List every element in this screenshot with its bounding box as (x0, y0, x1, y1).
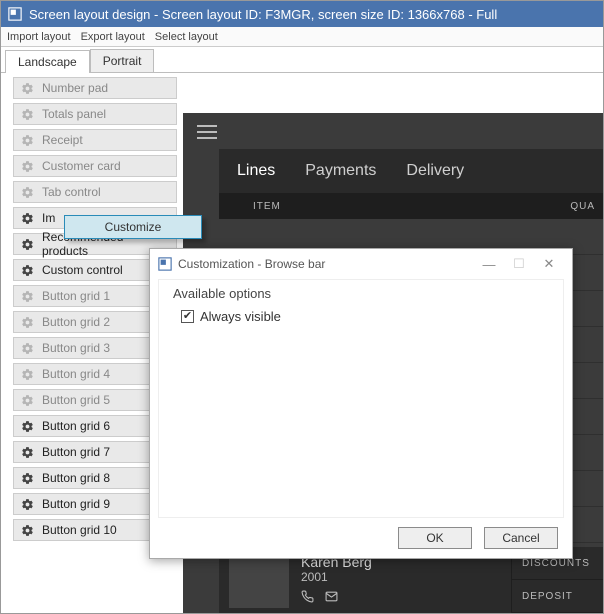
gear-icon (20, 108, 34, 121)
customize-button[interactable]: Customize (64, 215, 202, 239)
totals-deposit: DEPOSIT (512, 580, 603, 613)
phone-icon[interactable] (301, 590, 314, 606)
palette-item[interactable]: Customer card (13, 155, 177, 177)
dialog-title: Customization - Browse bar (178, 257, 325, 271)
palette-item-label: Tab control (42, 185, 101, 199)
palette-item-label: Button grid 5 (42, 393, 110, 407)
gear-icon (20, 212, 34, 225)
mail-icon[interactable] (324, 590, 339, 606)
palette-item[interactable]: Tab control (13, 181, 177, 203)
palette-item-label: Im (42, 211, 55, 225)
options-heading: Available options (173, 286, 549, 301)
palette-item-label: Totals panel (42, 107, 106, 121)
receipt-tab-payments[interactable]: Payments (305, 162, 376, 180)
gear-icon (20, 160, 34, 173)
gear-icon (20, 134, 34, 147)
app-icon (7, 6, 23, 22)
palette-item[interactable]: Number pad (13, 77, 177, 99)
toolbar: Import layout Export layout Select layou… (1, 27, 603, 47)
palette-item-label: Button grid 4 (42, 367, 110, 381)
always-visible-label: Always visible (200, 309, 281, 324)
palette-item-label: Button grid 6 (42, 419, 110, 433)
toolbar-select[interactable]: Select layout (155, 31, 218, 43)
gear-icon (20, 394, 34, 407)
minimize-button[interactable]: — (474, 257, 504, 272)
palette-item[interactable]: Receipt (13, 129, 177, 151)
gear-icon (20, 316, 34, 329)
palette-item-label: Button grid 10 (42, 523, 117, 537)
window-titlebar: Screen layout design - Screen layout ID:… (1, 1, 603, 27)
receipt-tabs: Lines Payments Delivery (219, 149, 603, 193)
ok-button[interactable]: OK (398, 527, 472, 549)
close-button[interactable]: ✕ (534, 256, 564, 272)
table-header: ITEM QUA (219, 193, 603, 219)
maximize-button[interactable]: ☐ (504, 256, 534, 272)
col-qty: QUA (570, 201, 595, 212)
gear-icon (20, 420, 34, 433)
gear-icon (20, 472, 34, 485)
window-title: Screen layout design - Screen layout ID:… (29, 7, 497, 22)
toolbar-import[interactable]: Import layout (7, 31, 71, 43)
col-item: ITEM (253, 201, 281, 212)
gear-icon (20, 238, 34, 251)
customization-dialog: Customization - Browse bar — ☐ ✕ Availab… (149, 248, 573, 559)
customer-year: 2001 (301, 570, 372, 584)
orientation-tabs: Landscape Portrait (1, 47, 603, 73)
tab-portrait[interactable]: Portrait (90, 49, 155, 72)
palette-item-label: Button grid 3 (42, 341, 110, 355)
gear-icon (20, 290, 34, 303)
tab-landscape[interactable]: Landscape (5, 50, 90, 73)
gear-icon (20, 186, 34, 199)
avatar (229, 552, 289, 608)
palette-item[interactable]: Totals panel (13, 103, 177, 125)
palette-item-label: Button grid 9 (42, 497, 110, 511)
palette-item-label: Button grid 1 (42, 289, 110, 303)
gear-icon (20, 368, 34, 381)
palette-item-label: Customer card (42, 159, 121, 173)
palette-item-label: Button grid 8 (42, 471, 110, 485)
menu-icon[interactable] (197, 125, 217, 139)
palette-item-label: Custom control (42, 263, 123, 277)
gear-icon (20, 524, 34, 537)
gear-icon (20, 498, 34, 511)
toolbar-export[interactable]: Export layout (81, 31, 145, 43)
receipt-tab-delivery[interactable]: Delivery (406, 162, 464, 180)
palette-item-label: Button grid 7 (42, 445, 110, 459)
gear-icon (20, 446, 34, 459)
gear-icon (20, 264, 34, 277)
palette-item-label: Receipt (42, 133, 83, 147)
receipt-tab-lines[interactable]: Lines (237, 162, 275, 180)
checkbox-checked-icon[interactable]: ✔ (181, 310, 194, 323)
palette-item-label: Button grid 2 (42, 315, 110, 329)
cancel-button[interactable]: Cancel (484, 527, 558, 549)
palette-item-label: Number pad (42, 81, 108, 95)
always-visible-option[interactable]: ✔ Always visible (181, 309, 549, 324)
dialog-app-icon (158, 257, 172, 271)
gear-icon (20, 342, 34, 355)
gear-icon (20, 82, 34, 95)
